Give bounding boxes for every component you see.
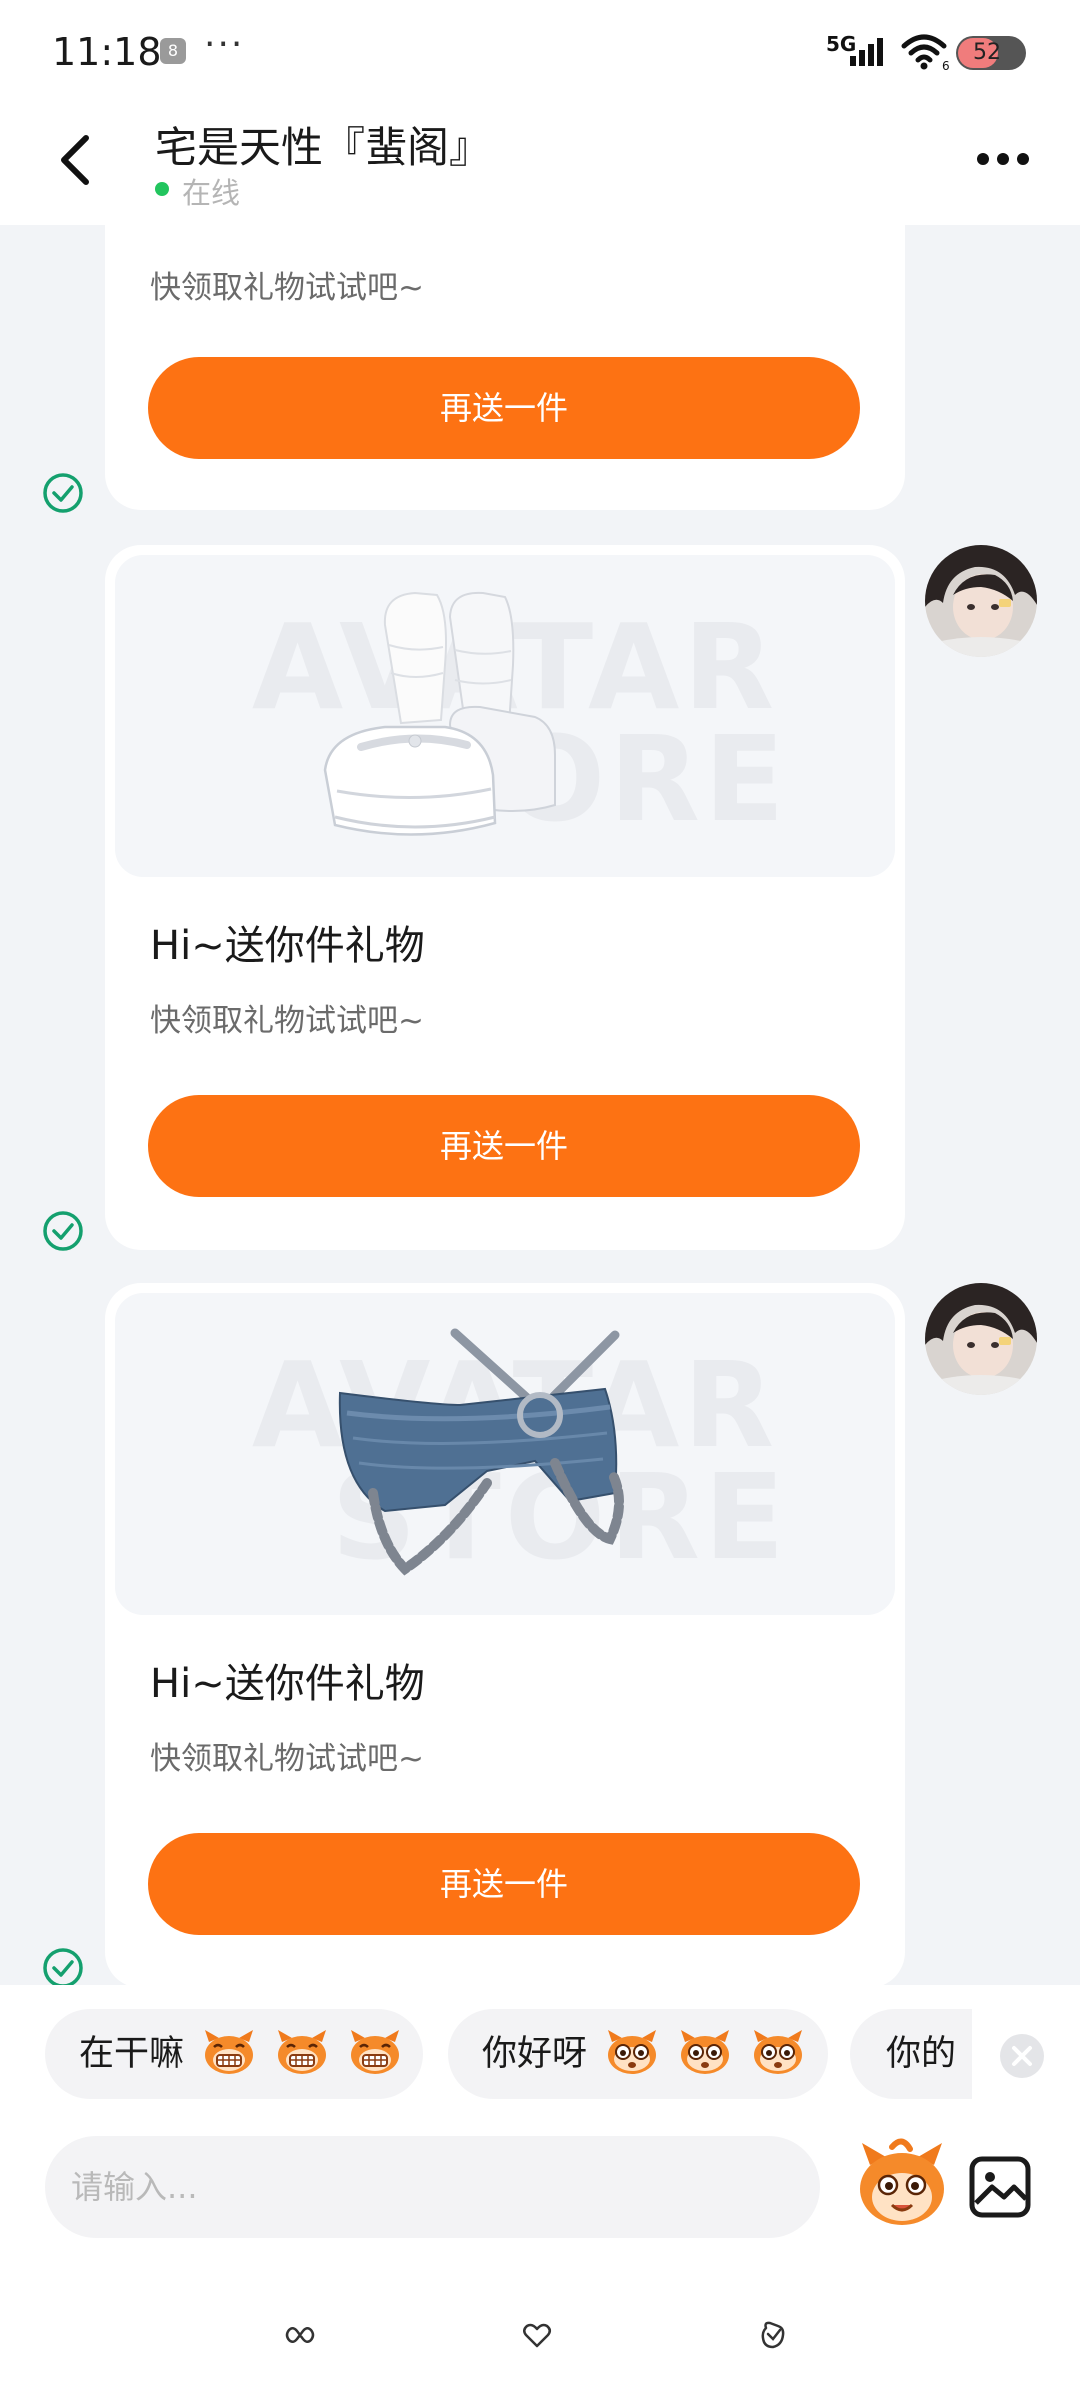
resend-gift-button[interactable]: 再送一件 <box>148 357 860 459</box>
check-circle-icon <box>43 1211 83 1251</box>
quick-reply-chip[interactable]: 你的 <box>850 2009 972 2099</box>
online-indicator <box>155 182 169 196</box>
nav-back-icon[interactable] <box>283 2318 317 2352</box>
close-icon[interactable] <box>998 2032 1046 2080</box>
status-time: 11:18 <box>52 30 162 74</box>
quick-reply-chip[interactable]: 你好呀 <box>448 2009 828 2099</box>
grinning-mascot-icon <box>351 2030 400 2074</box>
grinning-mascot-icon <box>278 2030 327 2074</box>
back-arrow-icon[interactable] <box>50 130 102 190</box>
gift-card-title: Hi~送你件礼物 <box>150 1661 425 1707</box>
gift-item-image[interactable]: AVATAR STORE <box>115 555 895 877</box>
more-icon[interactable] <box>975 145 1031 173</box>
surprised-mascot-icon <box>754 2030 803 2074</box>
chat-message-list[interactable]: 快领取礼物试试吧~ 再送一件 AVATAR STORE Hi~送你件礼物 快领取… <box>0 225 1080 1985</box>
status-bar: 11:18 8 ··· 5G 6 52 <box>0 0 1080 100</box>
resend-gift-button[interactable]: 再送一件 <box>148 1833 860 1935</box>
message-input-bar <box>0 2115 1080 2400</box>
gift-card-title: Hi~送你件礼物 <box>150 923 425 969</box>
chat-header: 宅是天性『蜚阁』 在线 <box>0 100 1080 225</box>
gift-card-subtitle: 快领取礼物试试吧~ <box>150 1003 424 1039</box>
quick-reply-bar: 在干嘛 你好呀 你的 <box>0 1985 1080 2115</box>
battery-icon: 52 <box>956 36 1026 70</box>
notification-app-icon: 8 <box>160 38 186 64</box>
quick-reply-chip[interactable]: 在干嘛 <box>45 2009 423 2099</box>
grinning-mascot-icon <box>205 2030 254 2074</box>
quick-reply-label: 在干嘛 <box>79 2034 185 2074</box>
gift-card: AVATAR STORE Hi~送你件礼物 快领取礼物试试吧~ 再送一件 <box>105 545 905 1250</box>
avatar[interactable] <box>925 1283 1037 1395</box>
denim-chain-shorts-image <box>338 1328 625 1576</box>
quick-reply-label: 你好呀 <box>482 2034 588 2074</box>
gift-card: 快领取礼物试试吧~ 再送一件 <box>105 225 905 510</box>
gift-item-image[interactable]: AVATAR STORE <box>115 1293 895 1615</box>
message-input[interactable] <box>45 2136 820 2238</box>
surprised-mascot-icon <box>681 2030 730 2074</box>
gift-card-subtitle: 快领取礼物试试吧~ <box>150 1741 424 1777</box>
signal-icon <box>850 38 883 66</box>
online-status: 在线 <box>182 176 241 210</box>
check-circle-icon <box>43 473 83 513</box>
avatar[interactable] <box>925 545 1037 657</box>
emoji-mascot-icon[interactable] <box>852 2135 952 2235</box>
white-platform-shoes-image <box>323 591 556 836</box>
nav-recent-icon[interactable] <box>756 2318 790 2352</box>
check-circle-icon <box>43 1948 83 1985</box>
chat-title: 宅是天性『蜚阁』 <box>155 123 492 172</box>
image-icon[interactable] <box>968 2155 1032 2219</box>
quick-reply-label: 你的 <box>886 2034 957 2074</box>
battery-level: 52 <box>973 40 1001 65</box>
gift-card: AVATAR STORE Hi~送你件礼物 快领取礼物试试吧~ 再送一件 <box>105 1283 905 1985</box>
more-notifications-icon: ··· <box>204 24 245 65</box>
resend-gift-button[interactable]: 再送一件 <box>148 1095 860 1197</box>
svg-text:6: 6 <box>942 59 950 72</box>
surprised-mascot-icon <box>608 2030 657 2074</box>
nav-home-icon[interactable] <box>520 2318 554 2352</box>
gift-card-subtitle: 快领取礼物试试吧~ <box>150 270 424 306</box>
wifi-icon: 6 <box>901 34 950 72</box>
